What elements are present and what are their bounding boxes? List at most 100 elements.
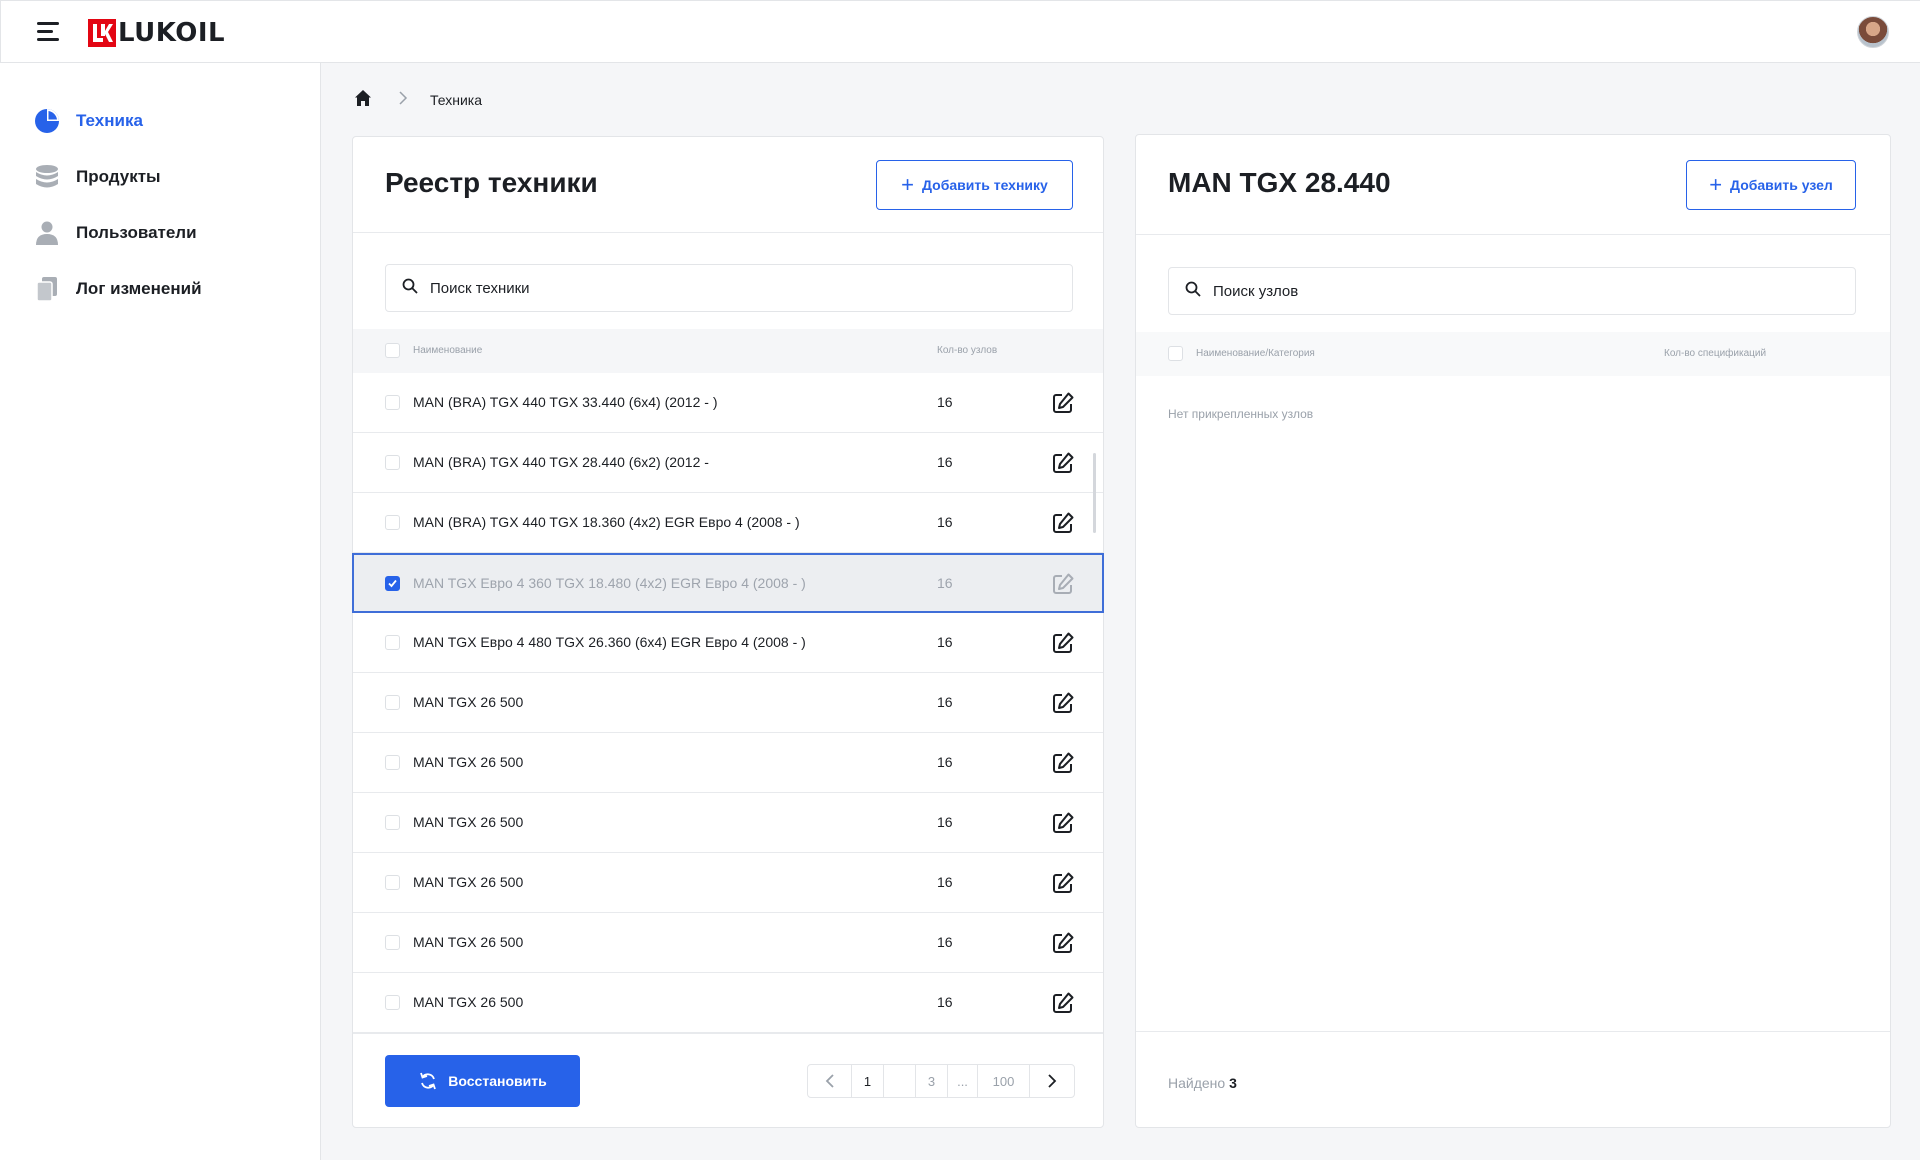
row-name: MAN (BRA) TGX 440 TGX 28.440 (6x2) (2012… [413,454,709,470]
row-checkbox[interactable] [385,515,400,530]
row-name: MAN TGX 26 500 [413,934,524,950]
table-row[interactable]: MAN TGX 26 500 16 [353,733,1103,793]
table-row[interactable]: MAN TGX 26 500 16 [353,973,1103,1033]
row-name: MAN TGX 26 500 [413,874,524,890]
row-checkbox[interactable] [385,995,400,1010]
edit-icon[interactable] [1051,931,1075,955]
breadcrumb-current: Техника [430,92,483,108]
row-node-count: 16 [937,754,953,770]
sidebar-item-changelog[interactable]: Лог изменений [34,274,202,304]
row-checkbox[interactable] [385,755,400,770]
prev-page-button[interactable] [808,1065,852,1097]
row-name: MAN TGX 26 500 [413,814,524,830]
edit-icon[interactable] [1051,751,1075,775]
top-header: LUKOIL [0,0,1920,63]
page-button[interactable] [884,1065,916,1097]
row-checkbox[interactable] [385,695,400,710]
equipment-search[interactable] [385,264,1073,312]
search-input[interactable] [430,279,1033,297]
row-name: MAN TGX 26 500 [413,694,524,710]
node-search[interactable] [1168,267,1856,315]
search-input[interactable] [1213,282,1816,300]
add-equipment-label: Добавить технику [922,177,1048,193]
search-icon [1185,281,1201,302]
row-checkbox[interactable] [385,455,400,470]
pagination: 1 3 ... 100 [807,1064,1075,1098]
page-button[interactable]: 100 [978,1065,1030,1097]
row-checkbox[interactable] [385,635,400,650]
row-checkbox[interactable] [385,395,400,410]
row-node-count: 16 [937,514,953,530]
logo-text: LUKOIL [118,18,226,48]
row-name: MAN (BRA) TGX 440 TGX 33.440 (6x4) (2012… [413,394,718,410]
empty-state-text: Нет прикрепленных узлов [1168,407,1314,421]
next-page-button[interactable] [1030,1065,1074,1097]
sidebar-item-equipment[interactable]: Техника [34,106,143,136]
row-name: MAN TGX Евро 4 480 TGX 26.360 (6x4) EGR … [413,634,806,650]
table-row[interactable]: MAN TGX 26 500 16 [353,913,1103,973]
restore-button[interactable]: Восстановить [385,1055,580,1107]
table-row[interactable]: MAN TGX 26 500 16 [353,793,1103,853]
row-node-count: 16 [937,694,953,710]
row-name: MAN (BRA) TGX 440 TGX 18.360 (4x2) EGR Е… [413,514,800,530]
edit-icon[interactable] [1051,991,1075,1015]
copy-documents-icon [34,276,60,302]
edit-icon[interactable] [1051,691,1075,715]
table-header: Наименование Кол-во узлов [353,329,1103,373]
edit-icon[interactable] [1051,631,1075,655]
edit-icon[interactable] [1051,451,1075,475]
edit-icon[interactable] [1051,572,1075,596]
user-icon [34,220,60,246]
row-checkbox[interactable] [385,935,400,950]
chevron-right-icon [1048,1074,1057,1088]
found-number: 3 [1229,1075,1237,1091]
sidebar: Техника Продукты Пользователи Лог измене… [0,63,321,1160]
sidebar-item-label: Пользователи [76,223,197,242]
found-label: Найдено [1168,1075,1226,1091]
add-node-button[interactable]: + Добавить узел [1686,160,1856,210]
edit-icon[interactable] [1051,811,1075,835]
equipment-detail-panel: MAN TGX 28.440 + Добавить узел Наименова… [1135,134,1891,1128]
row-node-count: 16 [937,934,953,950]
user-avatar[interactable] [1857,16,1889,48]
table-row[interactable]: MAN (BRA) TGX 440 TGX 18.360 (4x2) EGR Е… [353,493,1103,553]
row-checkbox[interactable] [385,576,400,591]
table-row[interactable]: MAN (BRA) TGX 440 TGX 28.440 (6x2) (2012… [353,433,1103,493]
add-equipment-button[interactable]: + Добавить технику [876,160,1073,210]
page-button[interactable]: 1 [852,1065,884,1097]
edit-icon[interactable] [1051,871,1075,895]
plus-icon: + [1709,172,1723,197]
row-name: MAN TGX 26 500 [413,994,524,1010]
home-icon[interactable] [354,89,372,112]
table-row[interactable]: MAN TGX Евро 4 360 TGX 18.480 (4x2) EGR … [352,553,1104,613]
row-checkbox[interactable] [385,815,400,830]
column-header-name: Наименование [413,345,483,356]
edit-icon[interactable] [1051,391,1075,415]
sidebar-item-products[interactable]: Продукты [34,162,161,192]
select-all-checkbox[interactable] [385,343,400,358]
row-node-count: 16 [937,874,953,890]
row-name: MAN TGX 26 500 [413,754,524,770]
table-row[interactable]: MAN TGX Евро 4 480 TGX 26.360 (6x4) EGR … [353,613,1103,673]
lukoil-logo[interactable]: LUKOIL [88,19,225,47]
table-row[interactable]: MAN (BRA) TGX 440 TGX 33.440 (6x4) (2012… [353,373,1103,433]
edit-icon[interactable] [1051,511,1075,535]
row-checkbox[interactable] [385,875,400,890]
sidebar-item-users[interactable]: Пользователи [34,218,197,248]
table-scrollbar[interactable] [1093,453,1096,533]
column-header-spec-count: Кол-во спецификаций [1664,348,1767,359]
panel-footer-divider [353,1033,1103,1034]
row-node-count: 16 [937,634,953,650]
table-row[interactable]: MAN TGX 26 500 16 [353,673,1103,733]
menu-icon[interactable] [37,22,61,42]
table-row[interactable]: MAN TGX 26 500 16 [353,853,1103,913]
page-ellipsis: ... [948,1065,978,1097]
found-count: Найдено 3 [1168,1075,1237,1091]
page-button[interactable]: 3 [916,1065,948,1097]
row-node-count: 16 [937,994,953,1010]
select-all-checkbox[interactable] [1168,346,1183,361]
sidebar-item-label: Техника [76,111,143,130]
row-name: MAN TGX Евро 4 360 TGX 18.480 (4x2) EGR … [413,575,806,591]
row-node-count: 16 [937,814,953,830]
row-node-count: 16 [937,454,953,470]
